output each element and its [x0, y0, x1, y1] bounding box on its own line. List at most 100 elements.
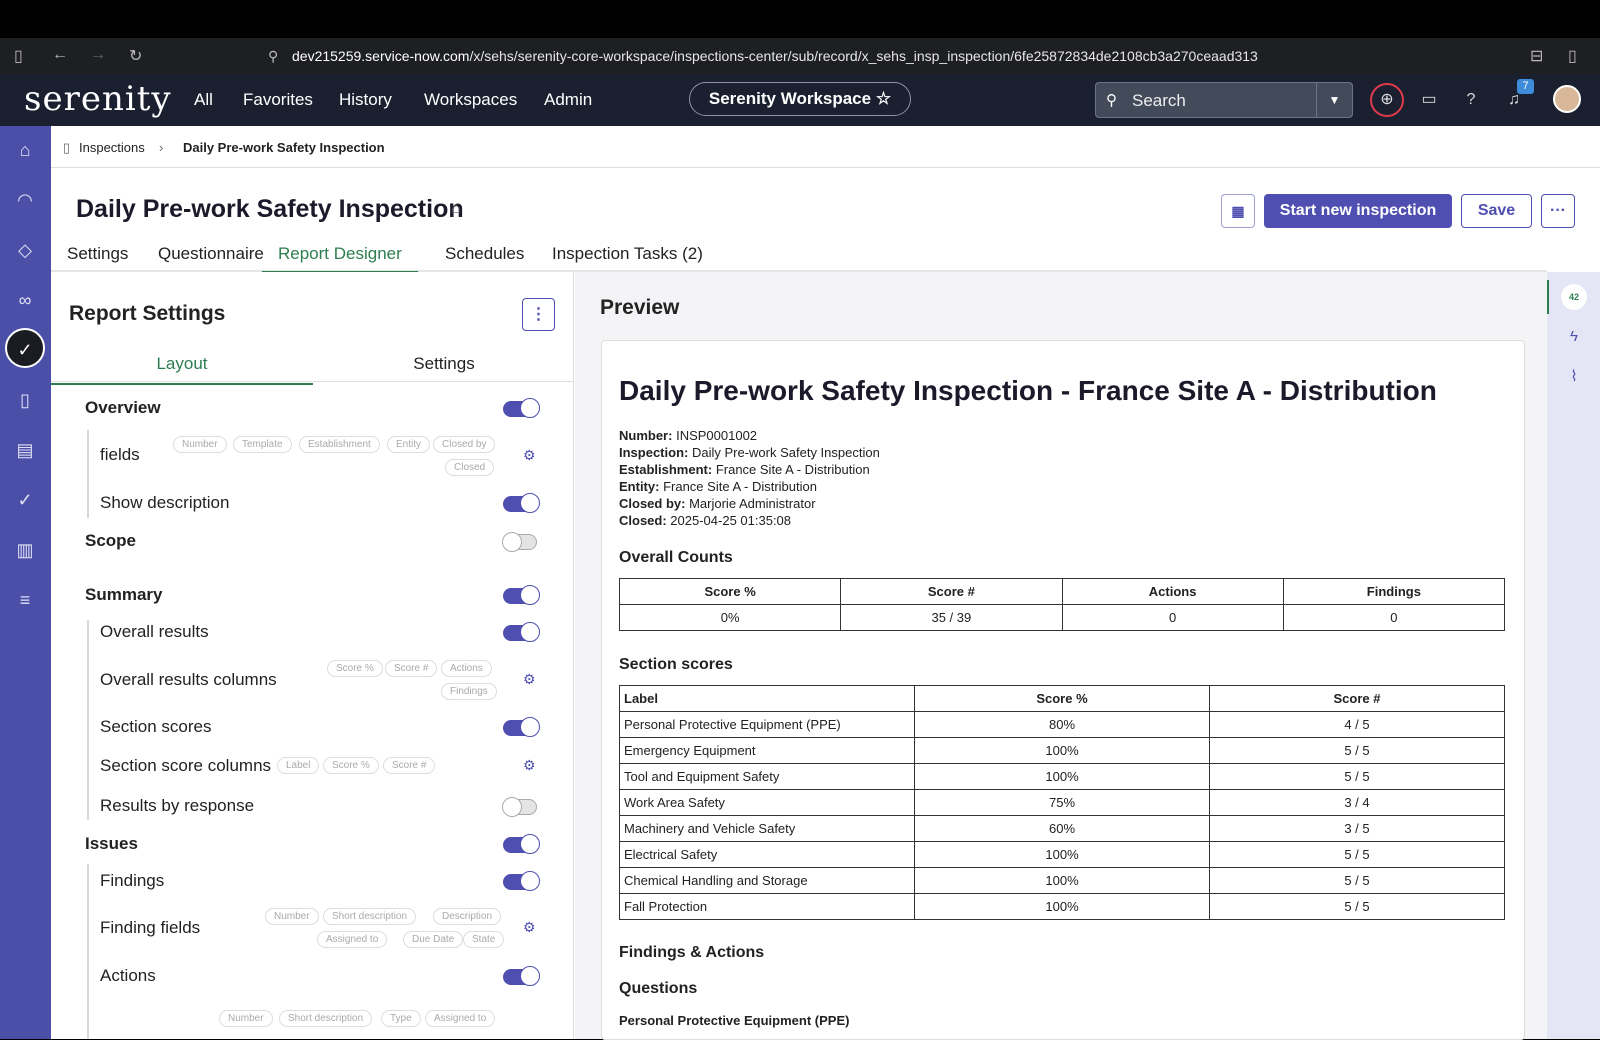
show-description-toggle[interactable] — [503, 493, 540, 513]
search-scope-dropdown[interactable]: ▼ — [1316, 83, 1352, 117]
overview-toggle[interactable] — [503, 398, 540, 418]
global-search[interactable]: ⚲ Search ▼ — [1095, 82, 1353, 118]
nav-favorites[interactable]: Favorites — [243, 90, 313, 110]
table-header-row: Score % Score # Actions Findings — [618, 578, 1506, 605]
qr-code-button[interactable]: ▦ — [1221, 194, 1255, 228]
search-input[interactable]: Search — [1132, 91, 1186, 111]
address-bar[interactable]: dev215259.service-now.com/x/sehs/serenit… — [292, 48, 1258, 64]
tab-report-designer[interactable]: Report Designer — [262, 244, 418, 273]
globe-icon[interactable]: ⊕ — [1370, 83, 1404, 117]
table-cell: 100% — [914, 841, 1210, 868]
scope-toggle[interactable] — [502, 532, 537, 552]
issues-group-line — [87, 864, 89, 1039]
table-cell: 0 — [1061, 604, 1284, 631]
activity-icon[interactable]: ϟ — [1561, 324, 1587, 350]
building-icon[interactable]: ▥ — [9, 534, 41, 566]
tag-icon[interactable]: ⌂ — [451, 200, 461, 218]
chat-icon[interactable]: ▭ — [1416, 87, 1442, 113]
section-column-chip: Score # — [383, 757, 436, 774]
table-cell: 5 / 5 — [1209, 737, 1505, 764]
start-new-inspection-button[interactable]: Start new inspection — [1264, 194, 1452, 228]
split-view-icon[interactable]: ▯ — [1568, 46, 1577, 66]
overall-columns-gear-icon[interactable]: ⚙ — [523, 671, 536, 688]
nav-all[interactable]: All — [194, 90, 213, 110]
tab-inspection-tasks[interactable]: Inspection Tasks (2) — [552, 244, 703, 264]
overall-column-chip: Actions — [441, 660, 492, 677]
more-actions-button[interactable]: ··· — [1541, 194, 1575, 228]
table-row: Emergency Equipment 100% 5 / 5 — [619, 737, 1505, 764]
help-icon[interactable]: ? — [1458, 87, 1484, 113]
attachment-icon[interactable]: ⌇ — [1561, 364, 1587, 390]
workspace-pill[interactable]: Serenity Workspace ☆ — [689, 82, 911, 116]
report-meta: Number: INSP0001002 Inspection: Daily Pr… — [619, 427, 880, 529]
incident-icon[interactable]: ◇ — [9, 234, 41, 266]
binoculars-icon[interactable]: ∞ — [9, 284, 41, 316]
breadcrumb-inspections[interactable]: Inspections — [79, 140, 145, 155]
serenity-logo[interactable]: serenity — [24, 79, 172, 119]
table-cell: 100% — [914, 763, 1210, 790]
id-card-icon[interactable]: ▤ — [9, 434, 41, 466]
back-icon[interactable]: ← — [52, 46, 68, 64]
tab-settings[interactable]: Settings — [67, 244, 128, 264]
preview-title: Preview — [600, 296, 680, 319]
tab-schedules[interactable]: Schedules — [445, 244, 524, 264]
url-host: dev215259.service-now.com — [292, 48, 470, 64]
finding-field-chip: Short description — [323, 908, 417, 925]
findings-toggle[interactable] — [503, 871, 540, 891]
right-rail: 42 ϟ ⌇ — [1547, 272, 1600, 1039]
report-settings-menu-button[interactable]: ⋮ — [522, 298, 555, 331]
dashboard-icon[interactable]: ◠ — [9, 184, 41, 216]
report-settings-subtabs: Layout Settings — [51, 344, 573, 385]
reload-icon[interactable]: ↻ — [129, 46, 142, 66]
rail-count-badge[interactable]: 42 — [1561, 284, 1587, 310]
overall-counts-table: Score % Score # Actions Findings 0% 35 /… — [618, 578, 1506, 631]
table-cell: 5 / 5 — [1209, 867, 1505, 894]
nav-history[interactable]: History — [339, 90, 392, 110]
summary-toggle[interactable] — [503, 585, 540, 605]
menu-icon[interactable]: ≡ — [9, 584, 41, 616]
table-cell: 60% — [914, 815, 1210, 842]
table-cell: 80% — [914, 711, 1210, 738]
issues-toggle[interactable] — [503, 834, 540, 854]
findings-label: Findings — [100, 871, 165, 890]
table-cell: 4 / 5 — [1209, 711, 1505, 738]
avatar[interactable] — [1553, 85, 1581, 113]
subtab-settings[interactable]: Settings — [313, 354, 573, 374]
tab-questionnaire[interactable]: Questionnaire — [158, 244, 264, 264]
inspections-icon[interactable]: ✓ — [5, 328, 45, 368]
overall-results-toggle[interactable] — [503, 622, 540, 642]
site-info-icon[interactable]: ⚲ — [268, 48, 278, 65]
finding-fields-gear-icon[interactable]: ⚙ — [523, 919, 536, 936]
fields-chip: Closed by — [433, 436, 496, 453]
check-circle-icon[interactable]: ✓ — [9, 484, 41, 516]
nav-admin[interactable]: Admin — [544, 90, 592, 110]
table-cell: Personal Protective Equipment (PPE) — [619, 711, 915, 738]
section-scores-toggle[interactable] — [503, 717, 540, 737]
sidebar-toggle-icon[interactable]: ▯ — [14, 46, 23, 66]
star-icon[interactable]: ☆ — [876, 89, 891, 108]
table-row: Fall Protection 100% 5 / 5 — [619, 893, 1505, 920]
overall-column-chip: Score # — [385, 660, 438, 677]
search-icon: ⚲ — [1106, 92, 1117, 109]
fields-gear-icon[interactable]: ⚙ — [523, 447, 536, 464]
main-content: ▯ Inspections › Daily Pre-work Safety In… — [51, 126, 1600, 1040]
meta-line: Closed: 2025-04-25 01:35:08 — [619, 513, 792, 528]
home-icon[interactable]: ⌂ — [9, 134, 41, 166]
fields-chip: Establishment — [299, 436, 380, 453]
actions-toggle[interactable] — [503, 966, 540, 986]
url-path: /x/sehs/serenity-core-workspace/inspecti… — [469, 48, 1258, 64]
results-by-response-toggle[interactable] — [502, 797, 537, 817]
subtab-layout[interactable]: Layout — [51, 354, 313, 385]
nav-workspaces[interactable]: Workspaces — [424, 90, 517, 110]
browser-toolbar: ▯ ← → ↻ ⚲ dev215259.service-now.com/x/se… — [0, 38, 1600, 74]
table-cell: 5 / 5 — [1209, 841, 1505, 868]
save-button[interactable]: Save — [1461, 194, 1532, 228]
overview-label: Overview — [85, 398, 161, 417]
table-cell: Electrical Safety — [619, 841, 915, 868]
extension-icon[interactable]: ⊟ — [1530, 46, 1543, 66]
report-settings-title: Report Settings — [69, 302, 226, 325]
section-columns-gear-icon[interactable]: ⚙ — [523, 757, 536, 774]
forward-icon[interactable]: → — [90, 46, 106, 64]
finding-fields-label: Finding fields — [100, 918, 201, 937]
clipboard-icon[interactable]: ▯ — [9, 384, 41, 416]
